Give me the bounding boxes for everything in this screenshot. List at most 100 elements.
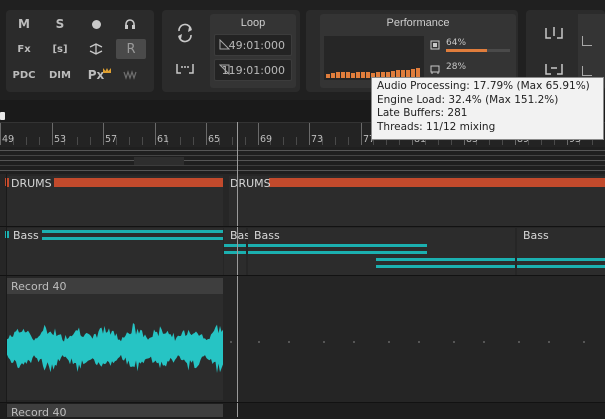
dim-button[interactable]: DIM bbox=[48, 65, 72, 85]
ruler-minor-tick bbox=[90, 137, 91, 145]
loop-range-button[interactable] bbox=[174, 58, 198, 80]
loop-icon bbox=[178, 23, 192, 43]
cpu-history-bar bbox=[326, 74, 330, 78]
freeze-icon bbox=[89, 43, 103, 55]
snap-bracket-icon bbox=[545, 27, 563, 39]
ruler-bar-label: 73 bbox=[311, 134, 324, 145]
audio-clip-2[interactable]: Record 40 bbox=[7, 404, 223, 419]
bass-note bbox=[42, 237, 223, 240]
audio-clip-1-name: Record 40 bbox=[11, 280, 67, 293]
ruler-bar-label: 65 bbox=[208, 134, 221, 145]
bass-note bbox=[224, 244, 246, 247]
tooltip-audio-processing: Audio Processing: 17.79% (Max 65.91%) bbox=[377, 80, 590, 92]
right-icon-bottom bbox=[582, 66, 592, 76]
record-arm-button[interactable] bbox=[84, 14, 108, 34]
ruler-minor-tick bbox=[180, 137, 181, 145]
pdc-button[interactable]: PDC bbox=[12, 65, 36, 85]
track-divider bbox=[0, 226, 605, 227]
bass-note bbox=[248, 251, 427, 254]
read-automation-button[interactable]: R bbox=[116, 39, 146, 59]
loop-end-icon bbox=[219, 64, 230, 75]
grid-bracket-icon bbox=[545, 64, 563, 75]
cpu-history-bar bbox=[366, 72, 370, 78]
loop-start-field[interactable]: 49:01:000 bbox=[214, 34, 292, 56]
cpu-history-bar bbox=[331, 73, 335, 78]
ruler-minor-tick bbox=[142, 137, 143, 145]
sidechain-button[interactable]: [s] bbox=[48, 39, 72, 59]
tooltip-engine-load: Engine Load: 32.4% (Max 151.2%) bbox=[377, 93, 559, 106]
loop-title: Loop bbox=[240, 17, 266, 29]
bass-note bbox=[248, 244, 427, 247]
cpu-history-bar bbox=[361, 72, 365, 78]
solo-button[interactable]: S bbox=[48, 14, 72, 34]
ruler-minor-tick bbox=[129, 137, 130, 145]
cpu-history-bar bbox=[336, 72, 340, 78]
ruler-minor-tick bbox=[283, 137, 284, 145]
cpu-history-graph bbox=[324, 36, 424, 80]
ruler-bar-label: 69 bbox=[260, 134, 273, 145]
monitor-button[interactable] bbox=[118, 14, 142, 34]
ruler-minor-tick bbox=[77, 137, 78, 145]
drums-clip-2[interactable]: DRUMS bbox=[229, 176, 605, 226]
cpu-history-bar bbox=[356, 72, 360, 78]
cpu-meter-track bbox=[446, 49, 510, 52]
ruler-bar-label: 61 bbox=[157, 134, 170, 145]
cpu-history-bar bbox=[346, 72, 350, 78]
track-divider bbox=[0, 402, 605, 403]
ruler-major-tick bbox=[52, 123, 53, 145]
ruler-minor-tick bbox=[296, 137, 297, 145]
cpu-history-bar bbox=[341, 72, 345, 78]
audio-waveform bbox=[7, 323, 223, 373]
freeze-button[interactable] bbox=[84, 39, 108, 59]
loop-end-value: 119:01:000 bbox=[221, 63, 285, 77]
snap-button[interactable] bbox=[544, 24, 564, 42]
scroll-handle[interactable] bbox=[0, 112, 5, 120]
audio-clip-2-name: Record 40 bbox=[11, 406, 67, 419]
ruler-bar-label: 49 bbox=[2, 134, 15, 145]
drums-clip-1[interactable]: DRUMS bbox=[7, 176, 223, 226]
bass-clip-1[interactable]: Bass bbox=[7, 228, 223, 275]
ruler-minor-tick bbox=[348, 137, 349, 145]
ruler-minor-tick bbox=[245, 137, 246, 145]
disk-percent: 28% bbox=[446, 62, 467, 72]
bass-clip-2[interactable]: Bass bbox=[224, 228, 256, 275]
cpu-meter-fill bbox=[446, 49, 487, 52]
track-left-border bbox=[6, 174, 7, 417]
ruler-major-tick bbox=[206, 123, 207, 145]
bass-clip-1-name: Bass bbox=[13, 229, 39, 242]
marker-block[interactable] bbox=[134, 157, 184, 165]
drums-clip-1-name: DRUMS bbox=[9, 177, 54, 190]
bass-clip-4[interactable]: Bass bbox=[517, 228, 605, 275]
bass-clip-3-name: Bass bbox=[254, 229, 280, 242]
bass-note bbox=[42, 230, 223, 233]
waves-button[interactable] bbox=[118, 65, 142, 85]
loop-start-value: 49:01:000 bbox=[228, 38, 285, 52]
loop-toggle-button[interactable] bbox=[174, 22, 198, 46]
mute-button[interactable]: M bbox=[12, 14, 36, 34]
bass-note bbox=[376, 265, 515, 268]
ruler-major-tick bbox=[361, 123, 362, 145]
performance-title: Performance bbox=[386, 17, 450, 29]
ruler-major-tick bbox=[0, 123, 1, 145]
audio-clip-1[interactable]: Record 40 bbox=[7, 278, 223, 400]
cpu-percent: 64% bbox=[446, 38, 467, 48]
ruler-minor-tick bbox=[193, 137, 194, 145]
tooltip-late-buffers: Late Buffers: 281 bbox=[377, 107, 468, 119]
bass-clip-3[interactable]: Bass bbox=[248, 228, 515, 275]
bass-note bbox=[517, 258, 605, 261]
record-dot-icon bbox=[91, 19, 101, 29]
disk-icon bbox=[430, 64, 440, 74]
empty-region-dots bbox=[230, 341, 600, 343]
ruler-major-tick bbox=[155, 123, 156, 145]
ruler-bar-label: 53 bbox=[54, 134, 67, 145]
grid-button[interactable] bbox=[544, 60, 564, 78]
playhead-line[interactable] bbox=[237, 122, 238, 417]
loop-end-field[interactable]: 119:01:000 bbox=[214, 59, 292, 81]
ruler-major-tick bbox=[258, 123, 259, 145]
loop-start-icon bbox=[219, 39, 230, 50]
waveform-icon bbox=[123, 70, 137, 80]
performance-tooltip: Audio Processing: 17.79% (Max 65.91%) En… bbox=[371, 77, 604, 140]
fx-button[interactable]: Fx bbox=[12, 39, 36, 59]
waveform-shape bbox=[7, 323, 223, 373]
ruler-minor-tick bbox=[39, 137, 40, 145]
